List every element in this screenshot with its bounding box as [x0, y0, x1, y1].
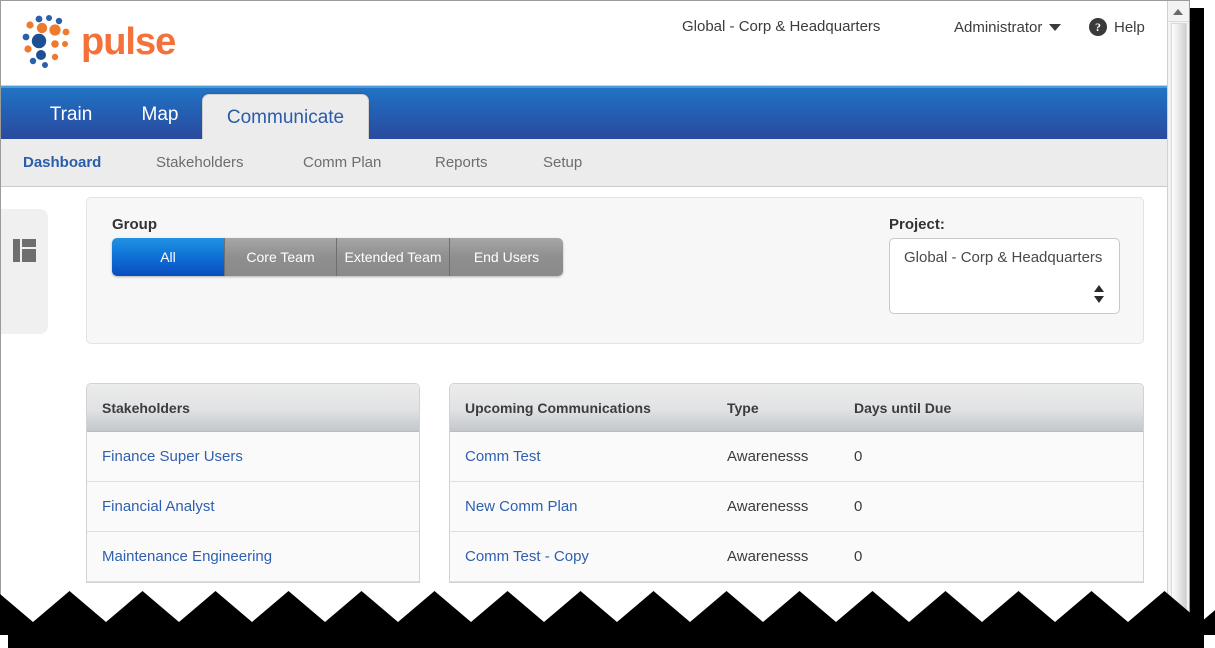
nav-tab-communicate[interactable]: Communicate [202, 94, 369, 141]
communication-name[interactable]: Comm Test [465, 432, 541, 482]
column-header-type: Type [727, 384, 759, 432]
group-filter-buttons: All Core Team Extended Team End Users [112, 238, 563, 276]
main-navigation: Train Map Communicate [1, 86, 1189, 139]
communication-days: 0 [854, 432, 862, 482]
header-project-context: Global - Corp & Headquarters [682, 18, 880, 35]
page-header: pulse Global - Corp & Headquarters Admin… [1, 1, 1189, 86]
communication-name[interactable]: New Comm Plan [465, 482, 578, 532]
communication-days: 0 [854, 532, 862, 582]
column-header-upcoming-communications: Upcoming Communications [465, 384, 651, 432]
table-row[interactable]: Financial Analyst [87, 482, 419, 532]
nav-tab-map[interactable]: Map [121, 88, 199, 141]
table-row[interactable]: Comm Test Awarenesss 0 [450, 432, 1143, 482]
subnav-item-reports[interactable]: Reports [435, 139, 488, 187]
pulse-logo[interactable]: pulse [17, 13, 197, 71]
panel-layout-icon [13, 239, 36, 262]
table-row[interactable]: Maintenance Engineering [87, 532, 419, 582]
panel-toggle-button[interactable] [1, 209, 48, 334]
window-drop-shadow [1190, 8, 1204, 635]
user-menu[interactable]: Administrator [954, 19, 1061, 36]
column-header-days-until-due: Days until Due [854, 384, 951, 432]
project-selected-value: Global - Corp & Headquarters [904, 249, 1102, 266]
scroll-up-button[interactable] [1168, 1, 1189, 22]
column-header-stakeholders: Stakeholders [102, 384, 190, 432]
subnav-item-dashboard[interactable]: Dashboard [23, 139, 101, 187]
group-button-extended-team[interactable]: Extended Team [337, 238, 450, 276]
communication-type: Awarenesss [727, 482, 808, 532]
group-button-end-users[interactable]: End Users [450, 238, 563, 276]
pulse-dots-logo-icon [17, 13, 79, 71]
subnav-item-stakeholders[interactable]: Stakeholders [156, 139, 244, 187]
left-rail [1, 187, 49, 635]
table-row[interactable]: Finance Super Users [87, 432, 419, 482]
project-label: Project: [889, 216, 945, 233]
sub-navigation: Dashboard Stakeholders Comm Plan Reports… [1, 139, 1189, 187]
application-window: pulse Global - Corp & Headquarters Admin… [0, 0, 1190, 635]
communication-days: 0 [854, 482, 862, 532]
group-button-core-team[interactable]: Core Team [225, 238, 337, 276]
logo-wordmark: pulse [81, 21, 175, 63]
page-content: Group All Core Team Extended Team End Us… [1, 187, 1189, 635]
scrollbar-thumb[interactable] [1171, 23, 1187, 623]
caret-down-icon [1049, 24, 1061, 31]
vertical-scrollbar[interactable] [1167, 1, 1189, 634]
project-select[interactable]: Global - Corp & Headquarters [889, 238, 1120, 314]
stakeholder-name[interactable]: Financial Analyst [102, 482, 215, 532]
table-row[interactable]: New Comm Plan Awarenesss 0 [450, 482, 1143, 532]
nav-tab-train[interactable]: Train [31, 88, 111, 141]
group-label: Group [112, 216, 157, 233]
user-menu-label: Administrator [954, 19, 1042, 36]
subnav-item-comm-plan[interactable]: Comm Plan [303, 139, 381, 187]
table-row[interactable]: Comm Test - Copy Awarenesss 0 [450, 532, 1143, 582]
scroll-up-arrow-icon [1173, 9, 1183, 15]
communication-type: Awarenesss [727, 432, 808, 482]
table-header-row: Stakeholders [87, 384, 419, 432]
filter-panel: Group All Core Team Extended Team End Us… [86, 197, 1144, 344]
communication-name[interactable]: Comm Test - Copy [465, 532, 589, 582]
communication-type: Awarenesss [727, 532, 808, 582]
stakeholder-name[interactable]: Finance Super Users [102, 432, 243, 482]
stakeholder-name[interactable]: Maintenance Engineering [102, 532, 272, 582]
table-header-row: Upcoming Communications Type Days until … [450, 384, 1143, 432]
subnav-item-setup[interactable]: Setup [543, 139, 582, 187]
question-circle-icon: ? [1089, 18, 1107, 36]
help-label: Help [1114, 19, 1145, 36]
upcoming-communications-table: Upcoming Communications Type Days until … [449, 383, 1144, 583]
window-drop-shadow-bottom [8, 634, 1204, 648]
stakeholders-table: Stakeholders Finance Super Users Financi… [86, 383, 420, 583]
up-down-spinner-icon [1093, 284, 1105, 304]
group-button-all[interactable]: All [112, 238, 225, 276]
help-link[interactable]: ? Help [1089, 18, 1145, 36]
